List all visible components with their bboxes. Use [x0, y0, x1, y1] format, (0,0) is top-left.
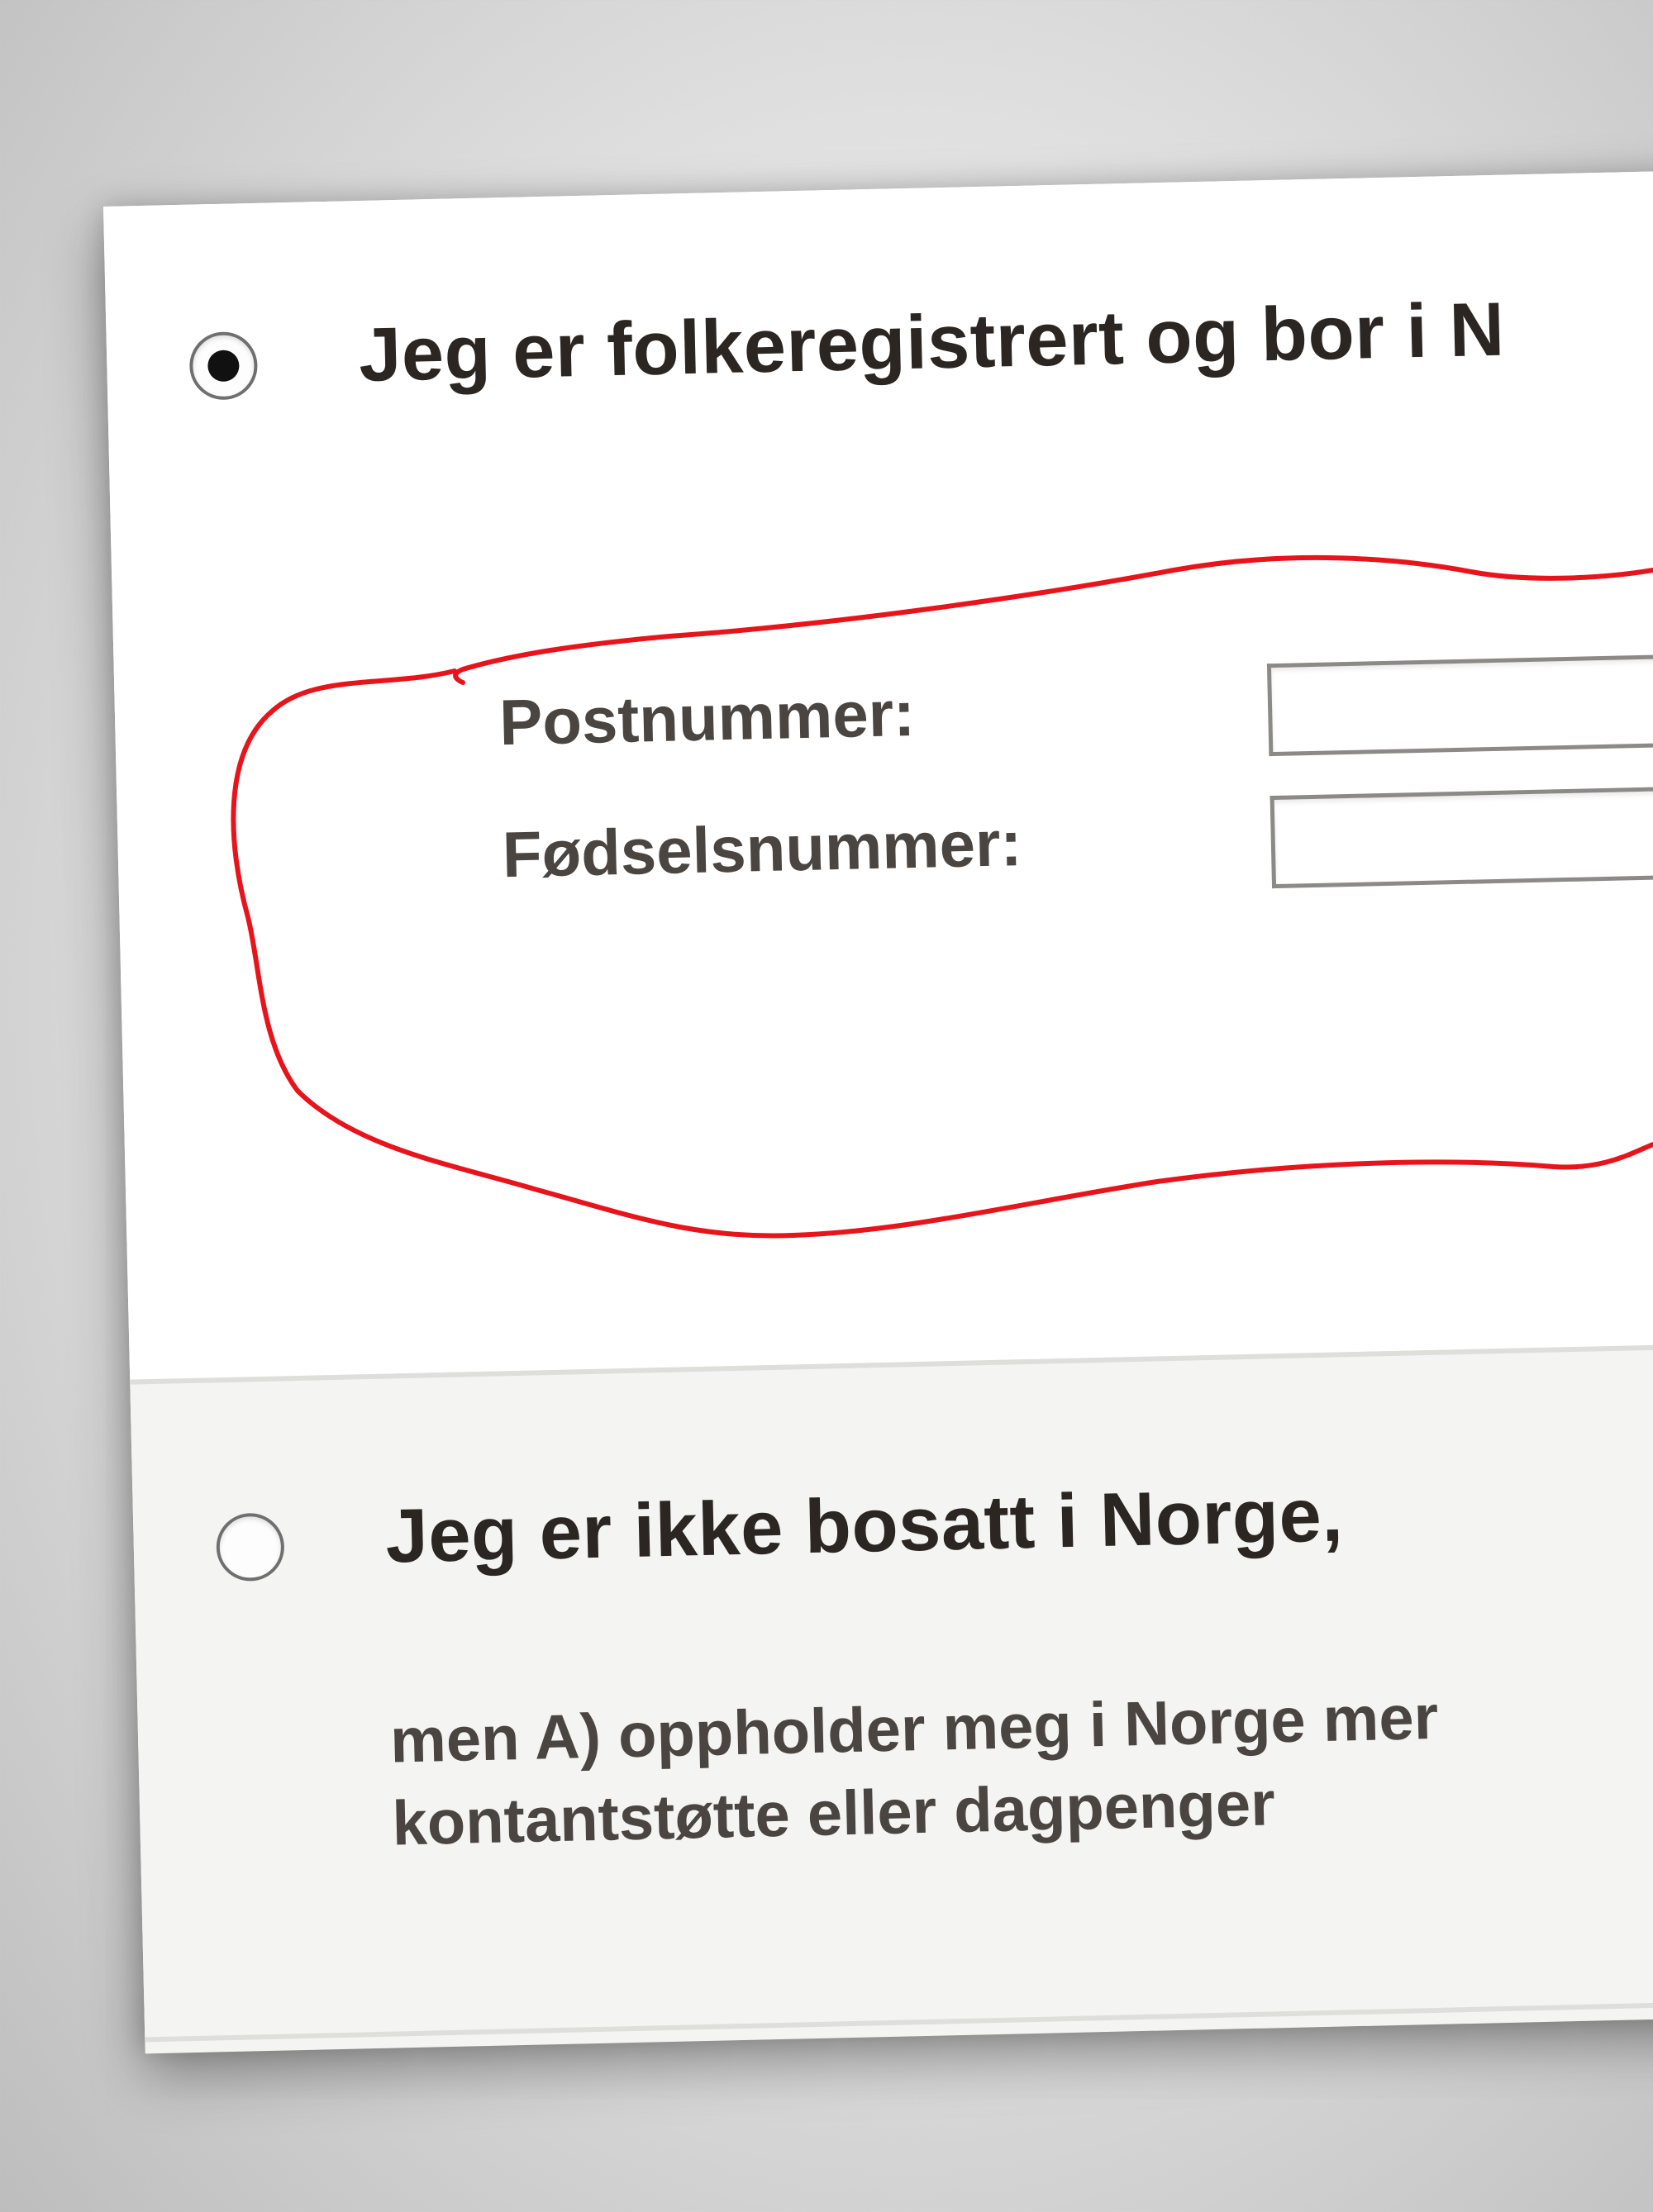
fodselsnummer-label: Fødselsnummer: [501, 806, 1023, 892]
radio-selected-dot [207, 350, 240, 383]
fodselsnummer-input[interactable] [1270, 778, 1653, 889]
option-label-registered-resident[interactable]: Jeg er folkeregistrert og bor i N [358, 287, 1506, 399]
form-card: Jeg er folkeregistrert og bor i N Postnu… [103, 163, 1653, 2054]
postnummer-input[interactable] [1266, 646, 1653, 757]
postnummer-label: Postnummer: [498, 676, 916, 759]
section-divider [145, 1994, 1653, 2043]
radio-registered-resident[interactable] [188, 331, 259, 401]
option-residency-section: Jeg er folkeregistrert og bor i N Postnu… [103, 163, 1653, 1380]
